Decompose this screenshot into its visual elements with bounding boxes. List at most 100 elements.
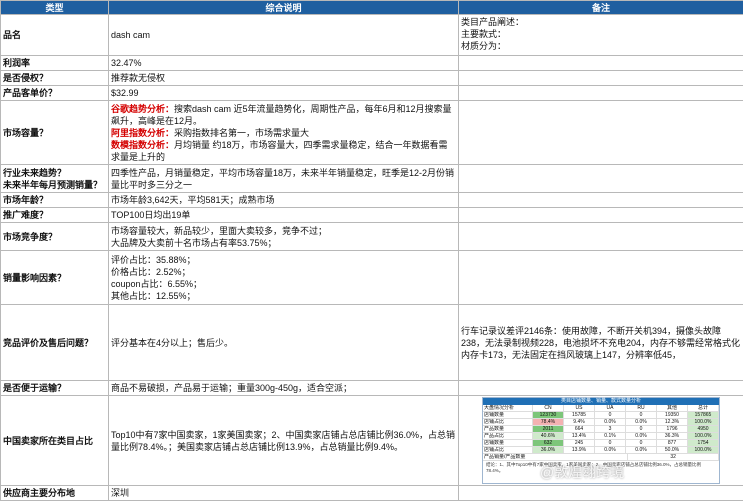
google-trend-label: 谷歌趋势分析： [111, 104, 174, 114]
row-sellers: 中国卖家所在类目占比 Top10中有7家中国卖家，1家美国卖家；2、中国卖家店铺… [1, 396, 743, 486]
mini-cell: 40.6% [533, 433, 564, 440]
mini-cell: 1796 [657, 426, 688, 433]
label-factors: 销量影响因素？ [1, 251, 109, 305]
ali-index-label: 阿里指数分析： [111, 128, 174, 138]
row-competition: 市场竞争度？ 市场容量较大，新品较少，里面大卖较多，竞争不过； 大品牌及大卖前十… [1, 223, 743, 251]
mini-cell: 245 [564, 440, 595, 447]
mini-cell: 0.0% [626, 419, 657, 426]
desc-promo: TOP100日均出19单 [109, 208, 459, 223]
mini-cell: 0.1% [595, 433, 626, 440]
notes-empty [459, 56, 743, 71]
mini-table-row: 店铺占比78.4%9.4%0.0%0.0%12.3%100.0% [483, 419, 719, 426]
row-factors: 销量影响因素？ 评价占比：35.88%； 价格占比：2.52%； coupon占… [1, 251, 743, 305]
mini-cell: 100.0% [688, 419, 719, 426]
row-infringe: 是否侵权？ 推荐款无侵权 [1, 71, 743, 86]
mini-cell: 其他 [657, 405, 688, 412]
mini-table-row: 产品数量20116643017964950 [483, 426, 719, 433]
mini-cell: UA [595, 405, 626, 412]
factor-item: 价格占比：2.52%； [111, 266, 456, 278]
mini-cell: 0 [626, 426, 657, 433]
data-index-label: 数模指数分析： [111, 140, 174, 150]
mini-cell: 0 [626, 412, 657, 419]
mini-cell: 78.4% [533, 419, 564, 426]
label-age: 市场年龄？ [1, 193, 109, 208]
mini-cell: US [564, 405, 595, 412]
mini-cell: CN [533, 405, 564, 412]
mini-table-row: 店铺数量632245008771754 [483, 440, 719, 447]
mini-cell: 632 [533, 440, 564, 447]
label-capacity: 市场容量？ [1, 101, 109, 165]
label-shipping: 是否便于运输？ [1, 381, 109, 396]
mini-cell: 50.0% [657, 447, 688, 454]
mini-cell: 产品数量 [483, 426, 533, 433]
notes-empty [459, 193, 743, 208]
mini-cell: 36.0% [533, 447, 564, 454]
label-trend-line: 未来半年每月预测销量？ [3, 179, 106, 191]
mini-cell: 0 [595, 440, 626, 447]
label-price: 产品客单价？ [1, 86, 109, 101]
mini-cell: 32 [628, 454, 719, 461]
mini-cell: 877 [657, 440, 688, 447]
mini-cell: 0.0% [595, 419, 626, 426]
mini-cell: 店铺占比 [483, 447, 533, 454]
desc-supply: 深圳 [109, 486, 459, 501]
factor-item: coupon占比：6.55%； [111, 278, 456, 290]
ali-index-text: 采购指数排名第一，市场需求量大 [174, 128, 309, 138]
desc-name: dash cam [109, 15, 459, 56]
mini-cell: 15785 [564, 412, 595, 419]
label-trend-line: 行业未来趋势？ [3, 167, 106, 179]
desc-shipping: 商品不易破损，产品易于运输；重量300g-450g，适合空派； [109, 381, 459, 396]
mini-cell: 19350 [657, 412, 688, 419]
desc-sellers: Top10中有7家中国卖家，1家美国卖家；2、中国卖家店铺占总店铺比例36.0%… [109, 396, 459, 486]
mini-table-row: 店铺占比36.0%13.9%0.0%0.0%50.0%100.0% [483, 447, 719, 454]
mini-cell: 100.0% [688, 447, 719, 454]
row-reviews: 竞品评价及售后问题？ 评分基本在4分以上；售后少。 行车记录议差评2146条：使… [1, 305, 743, 381]
row-price: 产品客单价？ $32.99 [1, 86, 743, 101]
notes-empty [459, 208, 743, 223]
mini-body: 店铺数量123730157850019350157865店铺占比78.4%9.4… [483, 412, 719, 454]
label-infringe: 是否侵权？ [1, 71, 109, 86]
mini-header-row: 大盘情况分析 CN US UA RU 其他 总计 [483, 405, 719, 412]
mini-cell: 产品占比 [483, 433, 533, 440]
mini-cell: 157865 [688, 412, 719, 419]
notes-empty [459, 223, 743, 251]
watermark: @敦煌翱跨境 [540, 462, 624, 482]
desc-factors: 评价占比：35.88%； 价格占比：2.52%； coupon占比：6.55%；… [109, 251, 459, 305]
header-notes: 备注 [459, 1, 743, 15]
desc-reviews: 评分基本在4分以上；售后少。 [109, 305, 459, 381]
label-promo: 推广难度？ [1, 208, 109, 223]
header-desc: 综合说明 [109, 1, 459, 15]
row-name: 品名 dash cam 类目产品阐述： 主要款式： 材质分为： [1, 15, 743, 56]
row-trend: 行业未来趋势？ 未来半年每月预测销量？ 四季性产品，月销量稳定，平均市场容量18… [1, 165, 743, 193]
notes-empty [459, 71, 743, 86]
mini-cell: 0 [626, 440, 657, 447]
mini-cell: 100.0% [688, 433, 719, 440]
notes-reviews: 行车记录议差评2146条：使用故障，不断开关机394，摄像头故障238，无法录制… [459, 305, 743, 381]
mini-cell: 4950 [688, 426, 719, 433]
label-name: 品名 [1, 15, 109, 56]
notes-empty [459, 101, 743, 165]
mini-cell: 13.9% [564, 447, 595, 454]
notes-empty [459, 486, 743, 501]
factor-item: 其他占比：12.55%； [111, 290, 456, 302]
row-shipping: 是否便于运输？ 商品不易破损，产品易于运输；重量300g-450g，适合空派； [1, 381, 743, 396]
mini-cell: 12.3% [657, 419, 688, 426]
row-supply: 供应商主要分布地 深圳 [1, 486, 743, 501]
mini-cell: 3 [595, 426, 626, 433]
notes-empty [459, 165, 743, 193]
mini-cell: 0.0% [626, 447, 657, 454]
mini-cell: 0 [595, 412, 626, 419]
factor-item: 评价占比：35.88%； [111, 254, 456, 266]
label-margin: 利润率 [1, 56, 109, 71]
row-age: 市场年龄？ 市场年龄3,642天，平均581天；成熟市场 [1, 193, 743, 208]
notes-empty [459, 251, 743, 305]
label-supply: 供应商主要分布地 [1, 486, 109, 501]
mini-cell: 产品销量/产品数量 [483, 454, 628, 461]
mini-title: 类目店铺数量、销量、款式数量分析 [483, 398, 719, 405]
competition-line: 大品牌及大卖前十名市场占有率53.75%； [111, 237, 456, 249]
header-type: 类型 [1, 1, 109, 15]
mini-cell: 大盘情况分析 [483, 405, 533, 412]
row-promo: 推广难度？ TOP100日均出19单 [1, 208, 743, 223]
notes-empty [459, 86, 743, 101]
mini-cell: 9.4% [564, 419, 595, 426]
